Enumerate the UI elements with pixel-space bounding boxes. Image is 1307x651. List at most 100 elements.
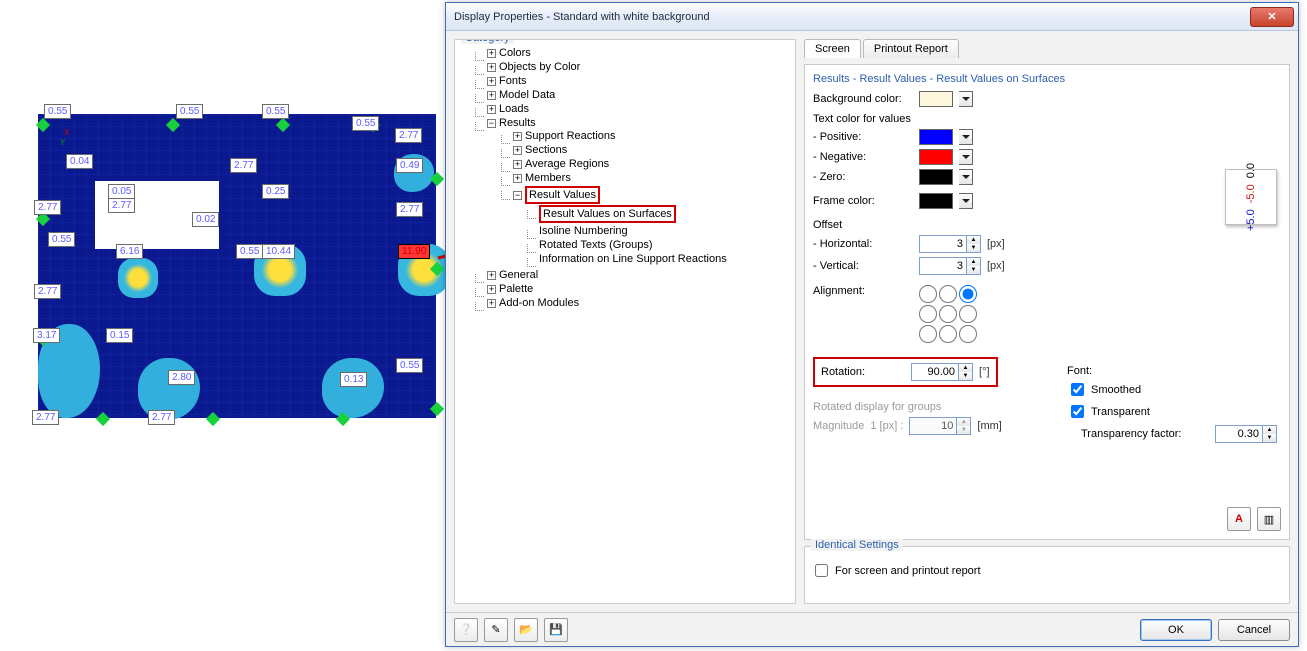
align-bc[interactable]: [939, 325, 957, 343]
spin-up[interactable]: ▲: [966, 236, 980, 244]
checkbox-smoothed[interactable]: [1071, 383, 1084, 396]
tree-item-colors[interactable]: Colors: [499, 47, 531, 59]
input-transparency[interactable]: [1216, 426, 1262, 442]
align-tl[interactable]: [919, 285, 937, 303]
ok-button[interactable]: OK: [1140, 619, 1212, 641]
result-value-box: 0.55: [176, 104, 203, 119]
spin-down[interactable]: ▼: [966, 266, 980, 274]
input-rotation[interactable]: [912, 364, 958, 380]
spin-down[interactable]: ▼: [1262, 434, 1276, 442]
swatch-zero-dropdown[interactable]: [959, 169, 973, 185]
edit-button[interactable]: ✎: [484, 618, 508, 642]
tree-item-fonts[interactable]: Fonts: [499, 75, 527, 87]
swatch-background-dropdown[interactable]: [959, 91, 973, 107]
result-value-box: 0.55: [396, 358, 423, 373]
tree-item-rotated-texts[interactable]: Rotated Texts (Groups): [539, 239, 653, 251]
result-value-box: 0.55: [262, 104, 289, 119]
align-br[interactable]: [959, 325, 977, 343]
input-offset-vertical[interactable]: [920, 258, 966, 274]
tree-toggle[interactable]: +: [487, 49, 496, 58]
tree-item-addon-modules[interactable]: Add-on Modules: [499, 297, 579, 309]
axis-indicator: XY: [46, 122, 68, 144]
category-group: Category +Colors +Objects by Color +Font…: [454, 39, 796, 604]
panel-heading: Results - Result Values - Result Values …: [813, 73, 1281, 85]
result-value-box: 0.55: [44, 104, 71, 119]
label-offset-horizontal: - Horizontal:: [813, 238, 913, 250]
spin-down: ▼: [956, 426, 970, 434]
tree-item-members[interactable]: Members: [525, 172, 571, 184]
swatch-positive-dropdown[interactable]: [959, 129, 973, 145]
label-identical: For screen and printout report: [835, 565, 981, 577]
tree-item-average-regions[interactable]: Average Regions: [525, 158, 609, 170]
tree-toggle[interactable]: +: [513, 132, 522, 141]
close-button[interactable]: ✕: [1250, 7, 1294, 27]
tree-toggle[interactable]: +: [513, 160, 522, 169]
spin-down[interactable]: ▼: [958, 372, 972, 380]
tree-item-result-values-on-surfaces[interactable]: Result Values on Surfaces: [543, 208, 672, 220]
tree-item-loads[interactable]: Loads: [499, 103, 529, 115]
tab-printout-report[interactable]: Printout Report: [863, 39, 959, 58]
tree-toggle[interactable]: +: [487, 77, 496, 86]
tree-toggle[interactable]: +: [487, 285, 496, 294]
result-value-box: 0.15: [106, 328, 133, 343]
checkbox-identical[interactable]: [815, 564, 828, 577]
spin-up[interactable]: ▲: [958, 364, 972, 372]
swatch-zero[interactable]: [919, 169, 953, 185]
swatch-negative-dropdown[interactable]: [959, 149, 973, 165]
tree-toggle[interactable]: −: [513, 191, 522, 200]
tree-toggle[interactable]: +: [487, 63, 496, 72]
unit-deg: [°]: [979, 366, 990, 378]
swatch-frame-dropdown[interactable]: [959, 193, 973, 209]
tree-item-objects-by-color[interactable]: Objects by Color: [499, 61, 580, 73]
support-marker: [206, 412, 220, 426]
tree-toggle[interactable]: +: [513, 174, 522, 183]
tree-toggle[interactable]: +: [487, 91, 496, 100]
align-mc[interactable]: [939, 305, 957, 323]
tree-item-general[interactable]: General: [499, 269, 538, 281]
swatch-background[interactable]: [919, 91, 953, 107]
align-bl[interactable]: [919, 325, 937, 343]
column-settings-button[interactable]: ▥: [1257, 507, 1281, 531]
tree-item-sections[interactable]: Sections: [525, 144, 567, 156]
input-magnitude: [910, 418, 956, 434]
tree-item-model-data[interactable]: Model Data: [499, 89, 555, 101]
tabs: Screen Printout Report: [804, 39, 1290, 58]
tree-toggle[interactable]: +: [513, 146, 522, 155]
label-magnitude-px: 1 [px] :: [870, 420, 903, 432]
checkbox-transparent[interactable]: [1071, 405, 1084, 418]
cancel-button[interactable]: Cancel: [1218, 619, 1290, 641]
label-rotation: Rotation:: [821, 366, 865, 378]
tree-toggle[interactable]: −: [487, 119, 496, 128]
spin-up[interactable]: ▲: [1262, 426, 1276, 434]
tab-screen[interactable]: Screen: [804, 39, 861, 58]
tree-toggle[interactable]: +: [487, 299, 496, 308]
tree-toggle[interactable]: +: [487, 271, 496, 280]
tree-item-result-values[interactable]: Result Values: [529, 189, 596, 201]
tree-item-isoline-numbering[interactable]: Isoline Numbering: [539, 225, 628, 237]
tree-item-info-line-support[interactable]: Information on Line Support Reactions: [539, 253, 727, 265]
swatch-negative[interactable]: [919, 149, 953, 165]
align-ml[interactable]: [919, 305, 937, 323]
tree-toggle[interactable]: +: [487, 105, 496, 114]
spin-down[interactable]: ▼: [966, 244, 980, 252]
category-tree[interactable]: +Colors +Objects by Color +Fonts +Model …: [461, 46, 789, 310]
support-marker: [276, 118, 290, 132]
label-negative: - Negative:: [813, 151, 913, 163]
result-value-box: 10.44: [262, 244, 295, 259]
spin-up[interactable]: ▲: [966, 258, 980, 266]
save-button[interactable]: 💾: [544, 618, 568, 642]
swatch-frame[interactable]: [919, 193, 953, 209]
load-button[interactable]: 📂: [514, 618, 538, 642]
swatch-positive[interactable]: [919, 129, 953, 145]
fea-plot: XY 0.550.550.550.552.770.490.042.770.052…: [0, 104, 445, 440]
help-button[interactable]: ❔: [454, 618, 478, 642]
tree-item-support-reactions[interactable]: Support Reactions: [525, 130, 616, 142]
align-tr[interactable]: [959, 285, 977, 303]
tree-item-results[interactable]: Results: [499, 117, 536, 129]
align-mr[interactable]: [959, 305, 977, 323]
align-tc[interactable]: [939, 285, 957, 303]
tree-item-palette[interactable]: Palette: [499, 283, 533, 295]
font-style-button[interactable]: A: [1227, 507, 1251, 531]
result-value-box: 0.13: [340, 372, 367, 387]
input-offset-horizontal[interactable]: [920, 236, 966, 252]
